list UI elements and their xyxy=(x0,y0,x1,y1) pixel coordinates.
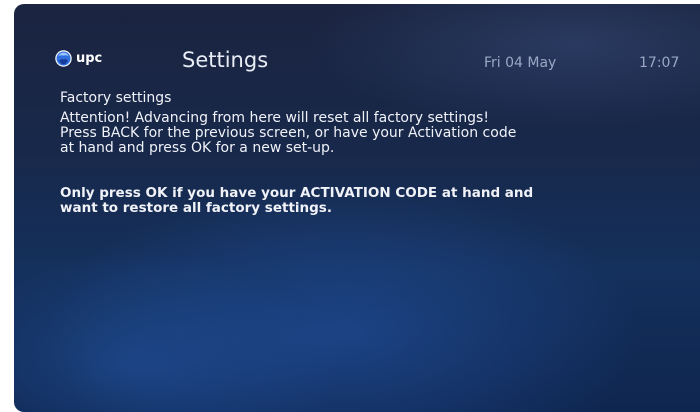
warning-line: at hand and press OK for a new set-up. xyxy=(60,140,335,156)
settings-content: Factory settings Attention! Advancing fr… xyxy=(60,89,680,216)
note-line: want to restore all factory settings. xyxy=(60,200,332,216)
section-title: Factory settings xyxy=(60,90,172,106)
brand-logo: upc xyxy=(55,50,102,67)
tv-screen: upc Settings Fri 04 May 17:07 Factory se… xyxy=(14,4,700,412)
date-display: Fri 04 May xyxy=(484,55,557,71)
warning-line: Attention! Advancing from here will rese… xyxy=(60,110,489,126)
upc-logo-icon xyxy=(55,50,72,67)
warning-line: Press BACK for the previous screen, or h… xyxy=(60,125,517,141)
page-title: Settings xyxy=(182,48,269,72)
reset-warning-text: Attention! Advancing from here will rese… xyxy=(60,111,680,156)
time-display: 17:07 xyxy=(639,55,680,71)
brand-name: upc xyxy=(76,51,103,66)
header-bar: upc Settings Fri 04 May 17:07 xyxy=(14,4,700,84)
activation-code-note: Only press OK if you have your ACTIVATIO… xyxy=(60,186,680,216)
note-line: Only press OK if you have your ACTIVATIO… xyxy=(60,185,534,201)
